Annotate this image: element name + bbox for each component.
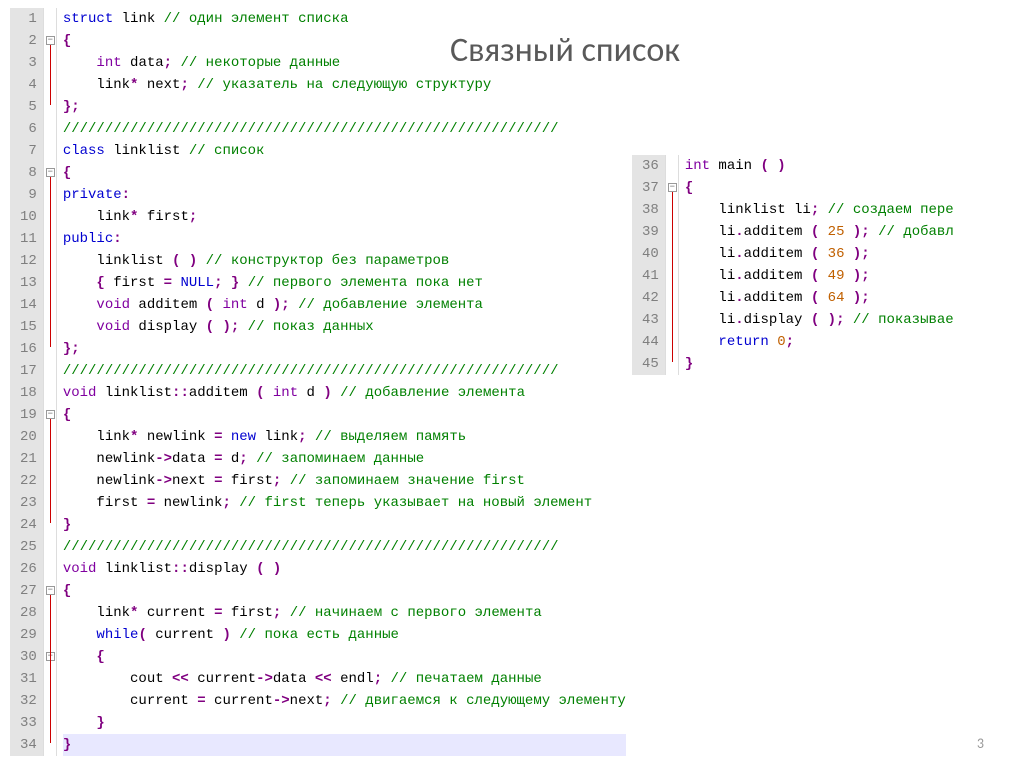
line-gutter: 36373839404142434445	[632, 155, 665, 375]
fold-toggle-icon[interactable]: −	[668, 183, 677, 192]
code-line[interactable]: }	[63, 734, 626, 756]
code-area[interactable]: int main ( ){ linklist li; // создаем пе…	[679, 155, 954, 375]
code-line[interactable]: newlink->data = d; // запоминаем данные	[63, 448, 626, 470]
fold-column: −	[665, 155, 679, 375]
code-line[interactable]: cout << current->data << endl; // печата…	[63, 668, 626, 690]
code-line[interactable]: link* current = first; // начинаем с пер…	[63, 602, 626, 624]
code-line[interactable]: link* newlink = new link; // выделяем па…	[63, 426, 626, 448]
code-line[interactable]: }	[63, 514, 626, 536]
code-line[interactable]: };	[63, 338, 626, 360]
code-line[interactable]: ////////////////////////////////////////…	[63, 360, 626, 382]
line-gutter: 1234567891011121314151617181920212223242…	[10, 8, 43, 756]
code-line[interactable]: {	[63, 646, 626, 668]
code-line[interactable]: while( current ) // пока есть данные	[63, 624, 626, 646]
code-area[interactable]: struct link // один элемент списка{ int …	[57, 8, 626, 756]
code-line[interactable]: link* next; // указатель на следующую ст…	[63, 74, 626, 96]
code-line[interactable]: {	[63, 404, 626, 426]
code-line[interactable]: {	[63, 162, 626, 184]
page-number: 3	[977, 735, 984, 752]
code-line[interactable]: li.display ( ); // показывае	[685, 309, 954, 331]
code-line[interactable]: link* first;	[63, 206, 626, 228]
fold-toggle-icon[interactable]: −	[46, 36, 55, 45]
code-editor-right: 36373839404142434445 − int main ( ){ lin…	[632, 155, 1022, 375]
code-line[interactable]: li.additem ( 49 );	[685, 265, 954, 287]
code-line[interactable]: li.additem ( 25 ); // добавл	[685, 221, 954, 243]
code-line[interactable]: first = newlink; // first теперь указыва…	[63, 492, 626, 514]
code-line[interactable]: ////////////////////////////////////////…	[63, 536, 626, 558]
fold-toggle-icon[interactable]: −	[46, 586, 55, 595]
code-editor-left: 1234567891011121314151617181920212223242…	[10, 8, 630, 756]
code-line[interactable]: li.additem ( 64 );	[685, 287, 954, 309]
fold-toggle-icon[interactable]: −	[46, 168, 55, 177]
code-line[interactable]: void linklist::display ( )	[63, 558, 626, 580]
code-line[interactable]: struct link // один элемент списка	[63, 8, 626, 30]
code-line[interactable]: {	[63, 580, 626, 602]
code-line[interactable]: }	[63, 712, 626, 734]
code-line[interactable]: newlink->next = first; // запоминаем зна…	[63, 470, 626, 492]
code-line[interactable]: current = current->next; // двигаемся к …	[63, 690, 626, 712]
code-line[interactable]: }	[685, 353, 954, 375]
code-line[interactable]: private:	[63, 184, 626, 206]
code-line[interactable]: ////////////////////////////////////////…	[63, 118, 626, 140]
code-line[interactable]: void additem ( int d ); // добавление эл…	[63, 294, 626, 316]
code-line[interactable]: void display ( ); // показ данных	[63, 316, 626, 338]
code-line[interactable]: int main ( )	[685, 155, 954, 177]
code-line[interactable]: linklist li; // создаем пере	[685, 199, 954, 221]
code-line[interactable]: void linklist::additem ( int d ) // доба…	[63, 382, 626, 404]
code-line[interactable]: public:	[63, 228, 626, 250]
page-title: Связный список	[450, 30, 680, 71]
code-line[interactable]: li.additem ( 36 );	[685, 243, 954, 265]
code-line[interactable]: class linklist // список	[63, 140, 626, 162]
code-line[interactable]: return 0;	[685, 331, 954, 353]
code-line[interactable]: { first = NULL; } // первого элемента по…	[63, 272, 626, 294]
fold-toggle-icon[interactable]: −	[46, 410, 55, 419]
code-line[interactable]: {	[685, 177, 954, 199]
code-line[interactable]: linklist ( ) // конструктор без параметр…	[63, 250, 626, 272]
code-line[interactable]: };	[63, 96, 626, 118]
fold-column: −−−−−	[43, 8, 57, 756]
